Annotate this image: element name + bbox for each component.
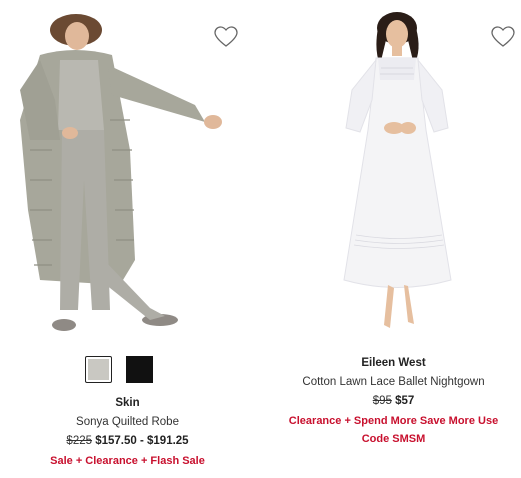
product-name[interactable]: Cotton Lawn Lace Ballet Nightgown <box>266 373 521 391</box>
promo-text-line-1: Clearance + Spend More Save More Use <box>288 415 499 427</box>
wishlist-heart-icon[interactable] <box>214 26 238 48</box>
product-brand[interactable]: Skin <box>0 395 255 411</box>
product-info: Eileen West Cotton Lawn Lace Ballet Nigh… <box>266 355 521 448</box>
product-image[interactable] <box>0 10 255 340</box>
product-brand[interactable]: Eileen West <box>266 355 521 371</box>
sale-price: $57 <box>395 395 415 407</box>
product-card-ballet-nightgown[interactable]: Eileen West Cotton Lawn Lace Ballet Nigh… <box>266 0 521 478</box>
product-image[interactable] <box>266 10 521 340</box>
original-price: $95 <box>372 395 392 407</box>
nightgown-photo <box>343 12 452 328</box>
color-swatches <box>85 356 153 383</box>
product-name[interactable]: Sonya Quilted Robe <box>0 413 255 431</box>
promo-text: Sale + Clearance + Flash Sale <box>50 455 205 467</box>
sale-price: $157.50 - $191.25 <box>95 435 189 447</box>
original-price: $225 <box>66 435 93 447</box>
robe-photo <box>20 14 222 331</box>
product-info: Skin Sonya Quilted Robe $225 $157.50 - $… <box>0 395 255 470</box>
product-price: $95 $57 <box>266 392 521 410</box>
wishlist-heart-icon[interactable] <box>491 26 515 48</box>
swatch-skin[interactable] <box>85 356 112 383</box>
product-card-sonya-robe[interactable]: Skin Sonya Quilted Robe $225 $157.50 - $… <box>0 0 255 478</box>
promo-text-line-2: Code SMSM <box>361 433 426 445</box>
product-price: $225 $157.50 - $191.25 <box>0 432 255 450</box>
swatch-black[interactable] <box>126 356 153 383</box>
